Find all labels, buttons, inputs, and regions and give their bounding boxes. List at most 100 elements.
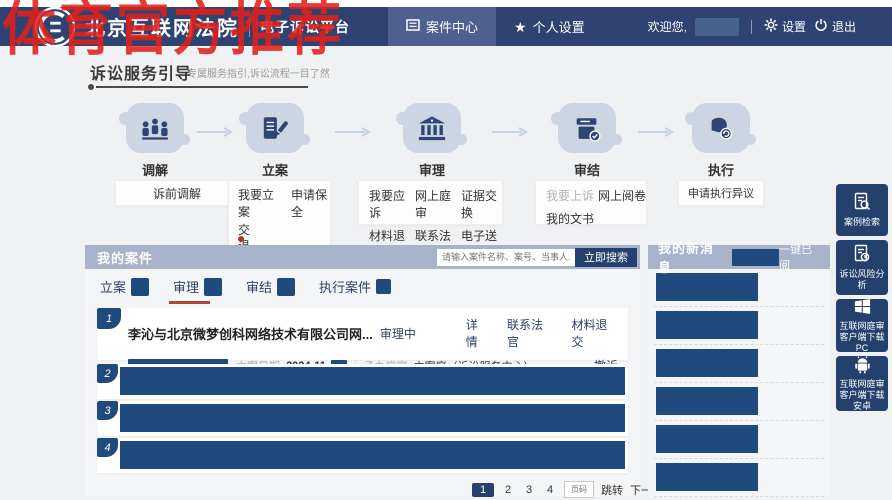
tab-concluded-label: 审结 <box>246 277 272 296</box>
page-4[interactable]: 4 <box>543 484 557 496</box>
execution-icon <box>692 103 750 153</box>
tool-risk-analysis[interactable]: 诉讼风险分析 <box>836 240 888 295</box>
message-item[interactable] <box>654 307 824 345</box>
link-online-trial[interactable]: 网上庭审 <box>415 187 461 221</box>
link-preservation[interactable]: 申请保全 <box>291 186 330 220</box>
guide-underline <box>96 86 308 88</box>
welcome-label: 欢迎您, <box>648 18 687 35</box>
tab-concluded[interactable]: 审结 <box>246 277 295 302</box>
step-label-filing: 立案 <box>233 160 317 179</box>
page-3[interactable]: 3 <box>522 484 536 496</box>
page-2[interactable]: 2 <box>501 484 515 496</box>
case-action-detail[interactable]: 详情 <box>466 316 489 350</box>
tab-filing[interactable]: 立案 <box>100 277 149 302</box>
step-label-conclude: 审结 <box>545 160 629 179</box>
link-execution-objection[interactable]: 申请执行异议 <box>688 185 754 201</box>
flow-arrow-icon <box>638 126 674 140</box>
platform-name: 电子诉讼平台 <box>260 17 350 37</box>
message-item[interactable] <box>654 421 824 459</box>
case-search: 立即搜索 <box>437 248 640 267</box>
filing-links-card: 我要立案 申请保全 交退费 <box>228 180 331 246</box>
nav-case-center[interactable]: 案件中心 <box>388 7 496 46</box>
link-pre-mediation[interactable]: 诉前调解 <box>153 185 201 202</box>
tool-download-android[interactable]: 互联网庭审客户端下载安卓 <box>836 356 888 411</box>
step-trial: 审理 <box>390 103 474 179</box>
message-item[interactable] <box>654 383 824 421</box>
tool-case-search[interactable]: 案例检索 <box>836 184 888 236</box>
page-1[interactable]: 1 <box>472 483 494 497</box>
tab-execution-count-redacted <box>376 279 391 294</box>
message-content-redacted <box>656 349 758 377</box>
message-content-redacted <box>656 425 758 453</box>
page-jump-button[interactable]: 跳转 <box>601 482 623 498</box>
nav-case-center-label: 案件中心 <box>426 17 478 36</box>
guide-subtitle: 专属服务指引,诉讼流程一目了然 <box>187 65 330 80</box>
tool-label: 诉讼风险分析 <box>838 269 886 292</box>
case-action-materials[interactable]: 材料退交 <box>571 316 618 350</box>
flow-arrow-icon <box>492 126 528 140</box>
messages-title: 我的新消息 <box>658 238 726 276</box>
logout-button[interactable]: 退出 <box>814 18 856 35</box>
case-content-redacted <box>120 404 625 432</box>
flow-arrow-icon <box>335 126 371 140</box>
guide-title: 诉讼服务引导 <box>90 60 192 84</box>
android-icon <box>853 355 872 377</box>
windows-icon <box>853 297 872 319</box>
link-file-case[interactable]: 我要立案 <box>238 186 277 220</box>
messages-header: 我的新消息 一键已阅 <box>648 245 830 269</box>
step-filing: 立案 <box>233 103 317 179</box>
case-row-2[interactable]: 2 <box>97 364 628 399</box>
messages-panel-body <box>648 269 830 497</box>
tab-concluded-count-redacted <box>277 278 295 296</box>
tool-download-pc[interactable]: 互联网庭审客户端下载PC <box>836 299 888 352</box>
navbar-right: 欢迎您, 设置 <box>648 18 892 36</box>
case-number-badge: 3 <box>97 401 118 420</box>
link-review-files[interactable]: 网上阅卷 <box>598 187 646 204</box>
nav-personal-settings[interactable]: ★ 个人设置 <box>496 7 603 46</box>
mark-all-read-button[interactable]: 一键已阅 <box>779 241 822 273</box>
settings-button[interactable]: 设置 <box>764 18 806 35</box>
message-content-redacted <box>656 311 758 339</box>
message-item[interactable] <box>654 459 824 497</box>
step-execution: 执行 <box>679 103 763 179</box>
tab-trial[interactable]: 审理 <box>173 277 222 302</box>
link-evidence[interactable]: 证据交换 <box>461 187 507 221</box>
message-item[interactable] <box>654 345 824 383</box>
tab-filing-label: 立案 <box>100 277 126 296</box>
tool-label: 案例检索 <box>844 217 880 228</box>
search-button[interactable]: 立即搜索 <box>575 248 637 267</box>
conclude-icon <box>558 103 616 153</box>
flow-arrow-icon <box>197 126 233 140</box>
guide-underline-dot <box>88 84 94 90</box>
case-status: 审理中 <box>380 325 466 342</box>
link-my-documents[interactable]: 我的文书 <box>546 210 598 227</box>
tool-label: 互联网庭审客户端下载安卓 <box>838 379 886 413</box>
tab-trial-count-redacted <box>204 278 222 296</box>
page-number-input[interactable] <box>564 481 594 498</box>
tab-execution-cases[interactable]: 执行案件 <box>319 277 391 302</box>
case-content-redacted <box>120 367 625 395</box>
case-row-3[interactable]: 3 <box>97 401 628 436</box>
nav-personal-settings-label: 个人设置 <box>533 17 585 36</box>
link-respond[interactable]: 我要应诉 <box>369 187 415 221</box>
logout-label: 退出 <box>832 18 856 35</box>
power-icon <box>814 18 828 35</box>
message-count-redacted <box>732 249 779 266</box>
my-cases-header: 我的案件 立即搜索 <box>85 245 640 269</box>
message-content-redacted <box>656 387 758 415</box>
link-appeal: 我要上诉 <box>546 187 598 204</box>
brand: 北京互联网法院 电子诉讼平台 <box>0 6 350 48</box>
tab-execution-label: 执行案件 <box>319 277 371 296</box>
settings-label: 设置 <box>782 18 806 35</box>
case-row-1[interactable]: 1 李沁与北京微梦创科网络技术有限公司网... 审理中 详情 联系法官 材料退交… <box>97 308 628 360</box>
case-action-contact-judge[interactable]: 联系法官 <box>507 316 554 350</box>
username-redacted <box>695 18 739 36</box>
case-search-input[interactable] <box>437 249 575 266</box>
brand-divider <box>249 17 250 37</box>
case-row-4[interactable]: 4 <box>97 438 628 473</box>
conclude-links-card: 我要上诉 网上阅卷 我的文书 <box>535 180 647 225</box>
case-number-badge: 4 <box>97 438 118 457</box>
trial-icon <box>403 103 461 153</box>
risk-analysis-icon <box>852 244 872 267</box>
notification-dot <box>238 236 244 242</box>
